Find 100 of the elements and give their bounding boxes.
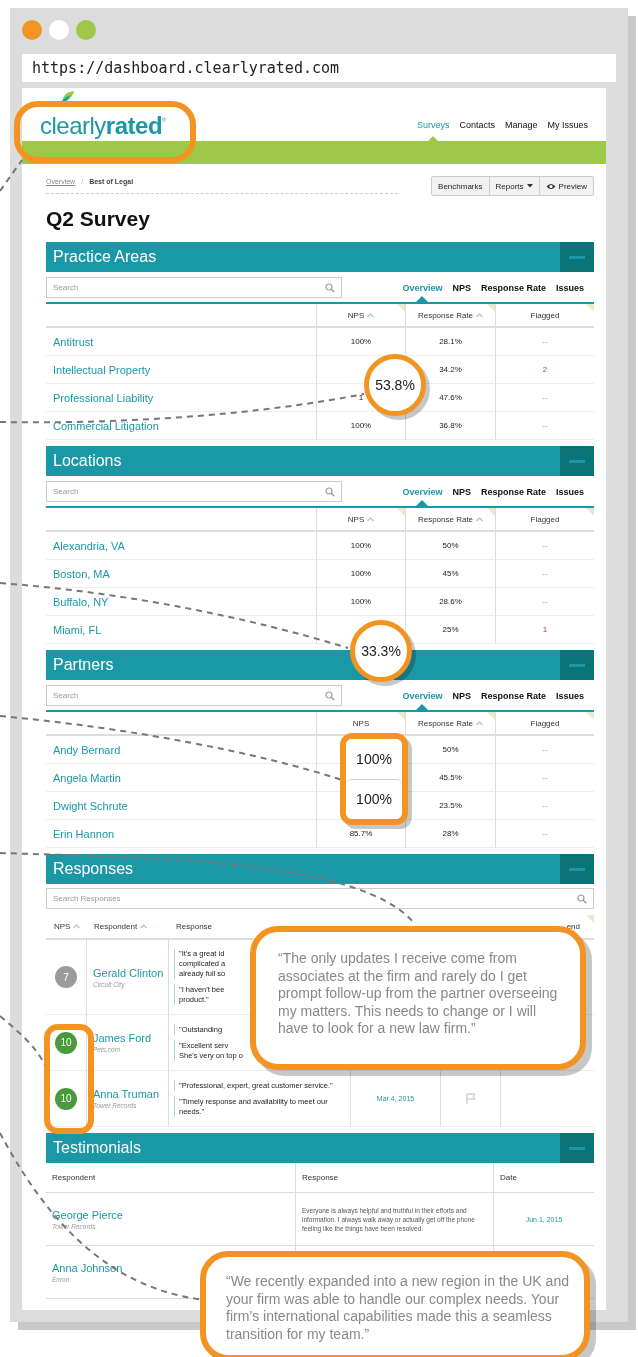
row-link[interactable]: Boston, MA: [53, 567, 110, 580]
address-bar[interactable]: https://dashboard.clearlyrated.com: [22, 54, 616, 82]
corner-icon: [487, 712, 495, 720]
respondent-link[interactable]: George Pierce: [52, 1208, 123, 1221]
table-cell: 47.6%: [439, 393, 462, 402]
leader-line: [0, 159, 23, 192]
nav-link[interactable]: Manage: [504, 120, 538, 141]
row-link[interactable]: Miami, FL: [53, 623, 102, 636]
tab[interactable]: Issues: [555, 283, 584, 302]
caret-icon: [526, 184, 533, 188]
section-title: Responses: [52, 859, 134, 879]
sort-icon: [367, 516, 375, 522]
search-icon: [325, 486, 335, 497]
search-icon: [325, 282, 335, 293]
corner-icon: [586, 915, 594, 923]
column-header[interactable]: end: [566, 922, 580, 931]
window-dot[interactable]: [22, 20, 42, 40]
score-badge: 10: [55, 1087, 77, 1110]
tab[interactable]: Issues: [555, 487, 584, 506]
flagged-count: --: [542, 597, 548, 606]
flag-icon[interactable]: [465, 1093, 476, 1104]
row-link[interactable]: Erin Hannon: [53, 827, 115, 840]
tab[interactable]: NPS: [452, 283, 471, 302]
row-link[interactable]: Antitrust: [53, 335, 94, 348]
collapse-button[interactable]: [560, 446, 594, 476]
table-cell: 28%: [442, 829, 459, 838]
column-header: Flagged: [495, 304, 594, 328]
score-badge: 7: [55, 966, 77, 988]
tab[interactable]: Response Rate: [480, 691, 546, 710]
nav-link[interactable]: My Issues: [547, 120, 588, 141]
tab[interactable]: Overview: [402, 487, 443, 506]
collapse-button[interactable]: [560, 650, 594, 680]
column-header: Date: [500, 1173, 517, 1182]
tab[interactable]: Issues: [555, 691, 584, 710]
collapse-button[interactable]: [560, 242, 594, 272]
corner-icon: [397, 304, 405, 312]
flagged-count: --: [542, 773, 548, 782]
respondent-link[interactable]: James Ford: [93, 1032, 152, 1044]
corner-icon: [487, 304, 495, 312]
column-header[interactable]: Response: [176, 922, 213, 931]
flagged-count: 2: [542, 365, 548, 374]
table-cell: 100%: [350, 421, 372, 430]
column-header[interactable]: Respondent: [94, 922, 148, 931]
respondent-link[interactable]: Anna Truman: [93, 1088, 160, 1100]
section-title: Partners: [52, 655, 114, 675]
table-cell: 34.2%: [439, 365, 462, 374]
tab[interactable]: NPS: [452, 691, 471, 710]
row-link[interactable]: Intellectual Property: [53, 363, 151, 376]
column-header[interactable]: NPS: [54, 922, 81, 931]
tab[interactable]: Overview: [402, 691, 443, 710]
column-header[interactable]: Response Rate: [405, 304, 495, 328]
eye-icon: [545, 182, 556, 190]
row-link[interactable]: Angela Martin: [53, 771, 121, 784]
search-field[interactable]: Search: [46, 480, 342, 502]
table-cell: 100%: [350, 337, 372, 346]
column-header[interactable]: NPS: [316, 304, 405, 328]
window-dot[interactable]: [76, 20, 96, 40]
collapse-button[interactable]: [560, 854, 594, 884]
nav-link[interactable]: Contacts: [459, 120, 495, 141]
search-field[interactable]: Search: [46, 276, 342, 298]
table-cell: 36.8%: [439, 421, 462, 430]
search-field[interactable]: Search: [46, 684, 342, 706]
toolbar-button[interactable]: Reports: [488, 176, 540, 196]
search-field[interactable]: Search Responses: [46, 888, 594, 909]
search-icon: [325, 690, 335, 701]
column-header: Respondent: [52, 1173, 96, 1182]
table-cell: 50%: [442, 541, 459, 550]
nav-link[interactable]: Surveys: [416, 120, 450, 141]
flagged-count: --: [542, 393, 548, 402]
collapse-button[interactable]: [560, 1133, 594, 1163]
tab[interactable]: Overview: [402, 283, 443, 302]
tab[interactable]: NPS: [452, 487, 471, 506]
respondent-link[interactable]: Gerald Clinton: [93, 966, 164, 979]
callout-value: 100%: [346, 778, 402, 819]
flagged-count: --: [542, 829, 548, 838]
table-cell: 100%: [350, 597, 372, 606]
table-cell: 1: [358, 393, 364, 402]
toolbar-button[interactable]: Benchmarks: [431, 176, 490, 196]
column-header[interactable]: NPS: [316, 508, 405, 532]
column-header[interactable]: Response Rate: [405, 508, 495, 532]
respondent-link[interactable]: Anna Johnson: [52, 1261, 123, 1274]
toolbar-button[interactable]: Preview: [538, 176, 594, 196]
row-link[interactable]: Alexandria, VA: [53, 539, 125, 552]
flagged-count: --: [542, 745, 548, 754]
sort-icon: [73, 924, 81, 929]
section-title: Testimonials: [52, 1138, 142, 1158]
table-cell: 85.7%: [349, 829, 373, 838]
row-link[interactable]: Buffalo, NY: [53, 595, 109, 608]
column-header[interactable]: Response Rate: [405, 712, 495, 736]
window-dot[interactable]: [49, 20, 69, 40]
table-cell: 23.5%: [439, 801, 462, 810]
row-link[interactable]: Commercial Litigation: [53, 419, 159, 432]
sort-icon: [476, 312, 484, 318]
row-link[interactable]: Dwight Schrute: [53, 799, 128, 812]
tab[interactable]: Response Rate: [480, 283, 546, 302]
tab[interactable]: Response Rate: [480, 487, 546, 506]
row-link[interactable]: Professional Liability: [53, 391, 154, 404]
logo[interactable]: clearlyrated$^{®}$: [40, 90, 166, 141]
row-link[interactable]: Andy Bernard: [53, 743, 121, 756]
flagged-count: --: [542, 421, 548, 430]
